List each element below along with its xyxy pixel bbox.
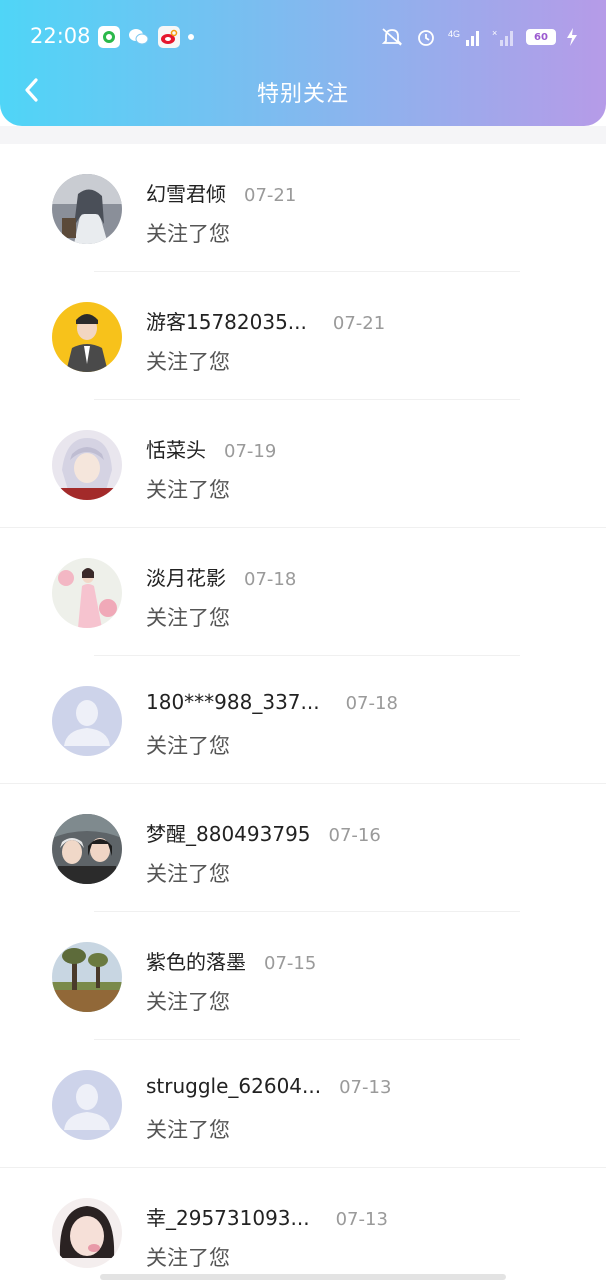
alarm-icon (414, 26, 438, 48)
follower-name[interactable]: 180***988_337... (146, 690, 320, 714)
default-avatar[interactable] (52, 1070, 122, 1140)
list-item[interactable]: 幸_295731093... 07-13 关注了您 (0, 1168, 606, 1280)
name-row: 淡月花影 07-18 (146, 562, 296, 591)
follower-name[interactable]: struggle_62604... (146, 1074, 321, 1098)
follower-name[interactable]: 幻雪君倾 (146, 178, 226, 207)
app-notification-icon (98, 26, 120, 48)
follower-name[interactable]: 淡月花影 (146, 562, 226, 591)
list-item[interactable]: 紫色的落墨 07-15 关注了您 (0, 912, 606, 1040)
follower-list: 幻雪君倾 07-21 关注了您 游客15782035... 07-21 关注了您… (0, 144, 606, 1280)
name-row: 游客15782035... 07-21 (146, 306, 385, 335)
name-row: 紫色的落墨 07-15 (146, 946, 316, 975)
battery-level: 60 (534, 31, 548, 43)
list-item[interactable]: 幻雪君倾 07-21 关注了您 (0, 144, 606, 272)
status-time: 22:08 (30, 24, 91, 48)
charging-icon (566, 26, 578, 48)
svg-text:4G: 4G (448, 29, 460, 39)
follow-date: 07-19 (224, 441, 277, 462)
name-row: 恬菜头 07-19 (146, 434, 276, 463)
follow-date: 07-21 (244, 185, 297, 206)
avatar[interactable] (52, 1198, 122, 1268)
home-indicator[interactable] (100, 1274, 506, 1280)
follower-name[interactable]: 恬菜头 (146, 434, 206, 463)
follow-date: 07-21 (332, 313, 386, 334)
follow-date: 07-18 (345, 693, 398, 714)
mute-icon (380, 26, 404, 48)
follow-date: 07-18 (244, 569, 297, 590)
weibo-icon (158, 26, 180, 48)
list-item[interactable]: 180***988_337... 07-18 关注了您 (0, 656, 606, 784)
avatar[interactable] (52, 302, 122, 372)
svg-text:×: × (492, 28, 497, 38)
follow-action-text: 关注了您 (146, 1118, 230, 1142)
header: 22:08 4G × 60 特别关注 (0, 0, 606, 126)
follower-name[interactable]: 游客15782035... (146, 306, 307, 335)
list-item[interactable]: struggle_62604... 07-13 关注了您 (0, 1040, 606, 1168)
follow-action-text: 关注了您 (146, 478, 230, 502)
follow-action-text: 关注了您 (146, 734, 230, 758)
follow-action-text: 关注了您 (146, 350, 230, 374)
follower-name[interactable]: 紫色的落墨 (146, 946, 246, 975)
battery-icon: 60 (526, 29, 556, 45)
avatar[interactable] (52, 942, 122, 1012)
follow-date: 07-13 (335, 1209, 388, 1230)
avatar[interactable] (52, 814, 122, 884)
nav-bar: 特别关注 (0, 60, 606, 122)
follower-name[interactable]: 幸_295731093... (146, 1202, 310, 1231)
name-row: 180***988_337... 07-18 (146, 690, 398, 714)
follow-date: 07-16 (328, 825, 381, 846)
name-row: struggle_62604... 07-13 (146, 1074, 391, 1098)
header-separator (0, 126, 606, 144)
list-item[interactable]: 淡月花影 07-18 关注了您 (0, 528, 606, 656)
name-row: 幸_295731093... 07-13 (146, 1202, 388, 1231)
follow-action-text: 关注了您 (146, 990, 230, 1014)
avatar[interactable] (52, 558, 122, 628)
signal-weak-icon: × (492, 26, 516, 48)
list-item[interactable]: 游客15782035... 07-21 关注了您 (0, 272, 606, 400)
avatar[interactable] (52, 174, 122, 244)
status-icons: 4G × 60 (380, 24, 578, 50)
avatar[interactable] (52, 430, 122, 500)
signal-4g-icon: 4G (448, 26, 482, 48)
follow-date: 07-15 (264, 953, 317, 974)
follow-action-text: 关注了您 (146, 1246, 230, 1270)
list-item[interactable]: 梦醒_880493795 07-16 关注了您 (0, 784, 606, 912)
follow-action-text: 关注了您 (146, 606, 230, 630)
follow-action-text: 关注了您 (146, 862, 230, 886)
name-row: 幻雪君倾 07-21 (146, 178, 296, 207)
wechat-icon (128, 26, 150, 48)
follow-date: 07-13 (339, 1077, 392, 1098)
default-avatar[interactable] (52, 686, 122, 756)
name-row: 梦醒_880493795 07-16 (146, 818, 381, 847)
page-title: 特别关注 (256, 82, 349, 107)
follower-name[interactable]: 梦醒_880493795 (146, 818, 311, 847)
follow-action-text: 关注了您 (146, 222, 230, 246)
more-notifications-dot (188, 34, 194, 40)
list-item[interactable]: 恬菜头 07-19 关注了您 (0, 400, 606, 528)
